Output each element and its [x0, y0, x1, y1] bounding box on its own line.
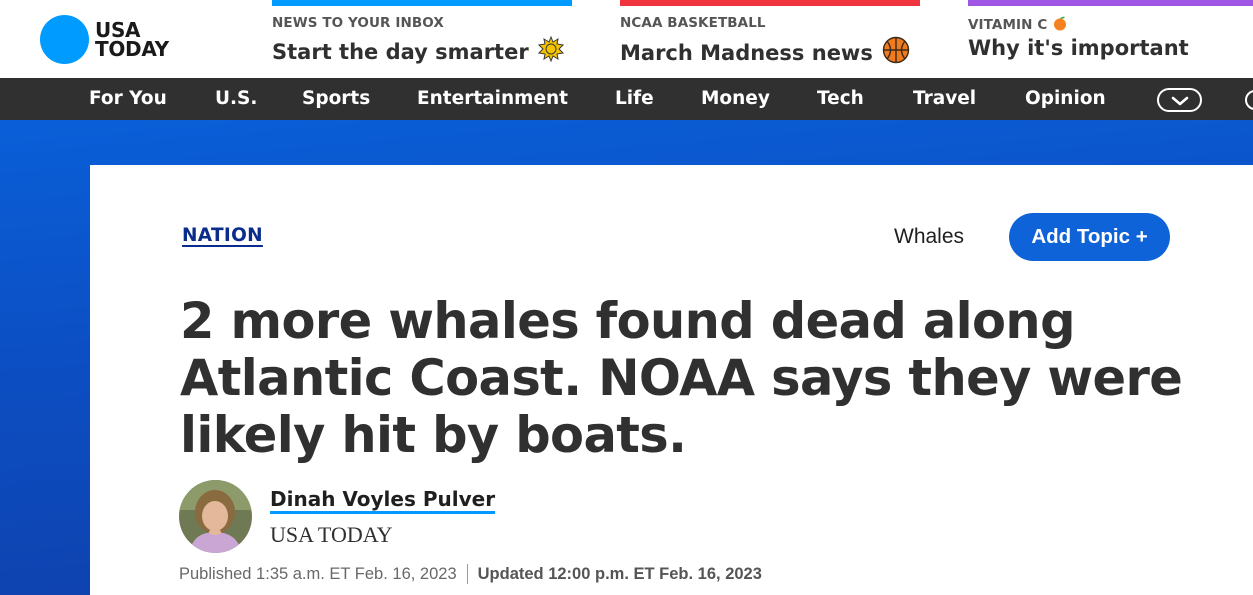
promo-newsletter[interactable]: NEWS TO YOUR INBOX Start the day smarter	[272, 0, 572, 78]
main-nav: For You U.S. Sports Entertainment Life M…	[0, 78, 1253, 120]
chevron-down-icon	[1171, 91, 1189, 110]
logo-line-2: TODAY	[95, 36, 169, 61]
promo-headline: Why it's important	[968, 36, 1189, 60]
promo-kicker-text: VITAMIN C	[968, 17, 1048, 33]
promo-headline-text: Start the day smarter	[272, 39, 529, 64]
author-outlet: USA TODAY	[270, 522, 393, 547]
nav-item-entertainment[interactable]: Entertainment	[417, 78, 568, 120]
add-topic-button[interactable]: Add Topic +	[1009, 213, 1170, 261]
promo-kicker: VITAMIN C	[968, 15, 1068, 33]
article-title: 2 more whales found dead along Atlantic …	[180, 292, 1183, 464]
promo-headline: March Madness news	[620, 36, 910, 69]
promo-headline-text: March Madness news	[620, 40, 873, 65]
nav-item-sports[interactable]: Sports	[302, 78, 370, 120]
basketball-icon	[882, 36, 910, 69]
updated-date: Updated 12:00 p.m. ET Feb. 16, 2023	[477, 564, 762, 583]
logo-text: USA TODAY	[95, 20, 169, 61]
promo-kicker: NEWS TO YOUR INBOX	[272, 15, 444, 31]
author-avatar[interactable]	[179, 480, 252, 553]
nav-item-travel[interactable]: Travel	[913, 78, 976, 120]
topic-label: Whales	[894, 225, 965, 248]
author-link[interactable]: Dinah Voyles Pulver	[270, 487, 495, 511]
promo-headline: Start the day smarter	[272, 35, 564, 67]
search-icon[interactable]	[1245, 90, 1253, 110]
top-header: USA TODAY NEWS TO YOUR INBOX Start the d…	[0, 0, 1253, 78]
promo-vitamin-c[interactable]: VITAMIN C Why it's important	[968, 0, 1253, 78]
logo-dot-icon	[40, 15, 89, 64]
nav-item-life[interactable]: Life	[615, 78, 654, 120]
usa-today-logo[interactable]: USA TODAY	[40, 15, 169, 64]
published-date: Published 1:35 a.m. ET Feb. 16, 2023	[179, 564, 457, 583]
orange-icon	[1052, 16, 1068, 33]
nav-item-opinion[interactable]: Opinion	[1025, 78, 1106, 120]
nav-item-money[interactable]: Money	[701, 78, 770, 120]
promo-kicker: NCAA BASKETBALL	[620, 15, 766, 31]
nav-item-us[interactable]: U.S.	[215, 78, 257, 120]
section-link-nation[interactable]: NATION	[182, 225, 263, 246]
nav-more-button[interactable]	[1157, 88, 1202, 112]
article-header-card: NATION Whales Add Topic + 2 more whales …	[90, 165, 1253, 595]
nav-item-tech[interactable]: Tech	[817, 78, 864, 120]
promo-accent-bar	[620, 0, 920, 6]
sun-icon	[537, 35, 564, 67]
nav-item-for-you[interactable]: For You	[89, 78, 167, 120]
date-divider	[466, 564, 468, 584]
article-dates: Published 1:35 a.m. ET Feb. 16, 2023 Upd…	[179, 564, 762, 584]
promo-march-madness[interactable]: NCAA BASKETBALL March Madness news	[620, 0, 920, 78]
promo-accent-bar	[272, 0, 572, 6]
promo-accent-bar	[968, 0, 1253, 6]
